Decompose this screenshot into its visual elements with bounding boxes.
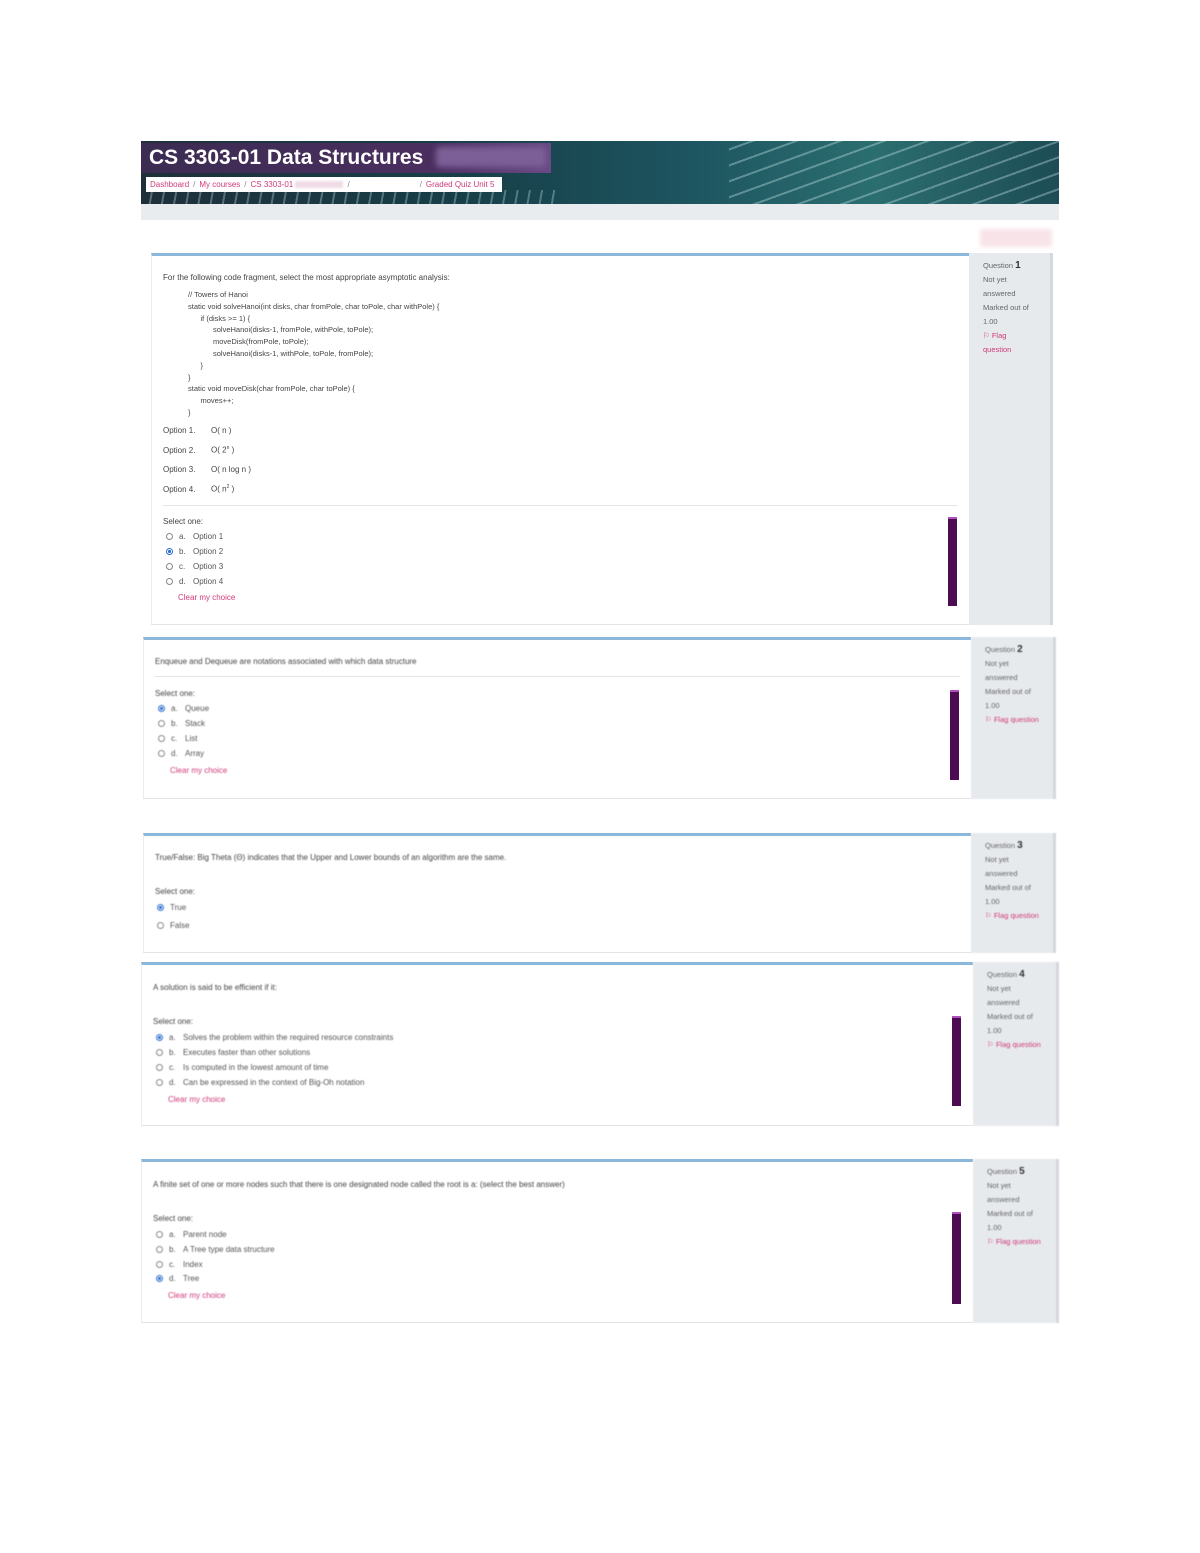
- breadcrumb-quiz[interactable]: Graded Quiz Unit 5: [426, 180, 494, 189]
- flag-icon: ⚐: [987, 1237, 994, 1246]
- question-2-prompt: Enqueue and Dequeue are notations associ…: [155, 657, 417, 666]
- breadcrumb-separator: /: [419, 180, 422, 189]
- breadcrumb-separator: /: [347, 180, 350, 189]
- header-subbar: [141, 204, 1059, 220]
- select-one-label: Select one:: [155, 887, 196, 896]
- radio-button[interactable]: [156, 1049, 163, 1057]
- radio-button[interactable]: [156, 1079, 163, 1087]
- flag-icon: ⚐: [985, 911, 992, 920]
- radio-button[interactable]: [156, 1231, 163, 1239]
- question-5-info: Question 5 Not yet answered Marked out o…: [973, 1159, 1059, 1323]
- choice-text-4: Option 4. O( n2 ): [163, 484, 235, 494]
- question-5-prompt: A finite set of one or more nodes such t…: [153, 1180, 565, 1189]
- question-3-content: [143, 833, 971, 953]
- question-1-prompt: For the following code fragment, select …: [163, 273, 450, 282]
- clear-choice-link[interactable]: Clear my choice: [170, 766, 227, 775]
- redacted-title-suffix: [436, 147, 546, 167]
- question-marks: Marked out of 1.00: [983, 303, 1029, 326]
- flag-question-link[interactable]: ⚐ Flag question: [987, 1235, 1042, 1249]
- option-d[interactable]: d. Array: [158, 748, 204, 760]
- radio-button-selected[interactable]: [166, 548, 173, 556]
- radio-button[interactable]: [156, 1261, 163, 1269]
- scrollbar[interactable]: [952, 1016, 961, 1106]
- choice-text-3: Option 3. O( n log n ): [163, 465, 252, 474]
- flag-question-link[interactable]: ⚐ Flag question: [985, 713, 1039, 727]
- question-2-info: Question 2 Not yet answered Marked out o…: [971, 637, 1056, 799]
- clear-choice-link[interactable]: Clear my choice: [168, 1291, 225, 1300]
- breadcrumb-separator: /: [193, 180, 196, 189]
- scrollbar[interactable]: [948, 517, 957, 606]
- option-false[interactable]: False: [157, 920, 190, 932]
- question-3-info: Question 3 Not yet answered Marked out o…: [971, 833, 1056, 953]
- clear-choice-link[interactable]: Clear my choice: [168, 1095, 225, 1104]
- radio-button[interactable]: [166, 578, 173, 586]
- question-number: 1: [1015, 260, 1021, 271]
- option-b[interactable]: b. Option 2: [166, 546, 223, 558]
- radio-button-selected[interactable]: [156, 1275, 163, 1283]
- scrollbar[interactable]: [952, 1212, 961, 1304]
- flag-icon: ⚐: [987, 1040, 994, 1049]
- option-c[interactable]: c. List: [158, 733, 197, 745]
- flag-question-link[interactable]: ⚐ Flag question: [987, 1038, 1042, 1052]
- banner-decoration: [729, 141, 1059, 204]
- option-c[interactable]: c. Option 3: [166, 561, 223, 573]
- question-3-prompt: True/False: Big Theta (Θ) indicates that…: [155, 853, 507, 862]
- option-a[interactable]: a. Option 1: [166, 531, 223, 543]
- radio-button-selected[interactable]: [156, 1034, 163, 1042]
- question-1-code: // Towers of Hanoi static void solveHano…: [188, 290, 440, 417]
- option-d[interactable]: d. Tree: [156, 1273, 199, 1285]
- radio-button[interactable]: [166, 533, 173, 541]
- breadcrumb-dashboard[interactable]: Dashboard: [150, 180, 189, 189]
- breadcrumb-separator: /: [244, 180, 247, 189]
- choice-text-2: Option 2. O( 2n ): [163, 445, 235, 455]
- choice-text-1: Option 1. O( n ): [163, 426, 232, 435]
- question-4-prompt: A solution is said to be efficient if it…: [153, 983, 277, 992]
- question-label: Question: [983, 261, 1014, 270]
- radio-button-selected[interactable]: [158, 705, 165, 713]
- radio-button[interactable]: [166, 563, 173, 571]
- select-one-label: Select one:: [163, 517, 204, 526]
- divider: [163, 505, 958, 506]
- clear-choice-link[interactable]: Clear my choice: [178, 593, 235, 602]
- redacted-timer: [980, 229, 1052, 247]
- option-b[interactable]: b. Executes faster than other solutions: [156, 1047, 310, 1059]
- divider: [155, 676, 960, 677]
- radio-button[interactable]: [158, 735, 165, 743]
- option-a[interactable]: a. Solves the problem within the required…: [156, 1032, 393, 1044]
- breadcrumb-my-courses[interactable]: My courses: [199, 180, 240, 189]
- option-a[interactable]: a. Queue: [158, 703, 209, 715]
- option-d[interactable]: d. Can be expressed in the context of Big…: [156, 1077, 364, 1089]
- radio-button[interactable]: [156, 1064, 163, 1072]
- flag-question-link[interactable]: ⚐ Flag question: [985, 909, 1039, 923]
- option-b[interactable]: b. Stack: [158, 718, 205, 730]
- radio-button[interactable]: [158, 750, 165, 758]
- redacted-course-name: [295, 181, 344, 189]
- breadcrumb-course[interactable]: CS 3303-01: [251, 180, 294, 189]
- option-true[interactable]: True: [157, 902, 186, 914]
- question-4-info: Question 4 Not yet answered Marked out o…: [973, 962, 1059, 1126]
- question-status: Not yet answered: [983, 275, 1016, 298]
- option-a[interactable]: a. Parent node: [156, 1229, 227, 1241]
- option-c[interactable]: c. Is computed in the lowest amount of ti…: [156, 1062, 328, 1074]
- select-one-label: Select one:: [155, 689, 196, 698]
- radio-button[interactable]: [157, 922, 164, 930]
- scrollbar[interactable]: [950, 690, 959, 780]
- option-c[interactable]: c. Index: [156, 1259, 203, 1271]
- banner-decoration-bottom: [141, 190, 561, 204]
- option-d[interactable]: d. Option 4: [166, 576, 223, 588]
- flag-icon: ⚐: [983, 331, 990, 340]
- select-one-label: Select one:: [153, 1017, 194, 1026]
- option-b[interactable]: b. A Tree type data structure: [156, 1244, 275, 1256]
- breadcrumb: Dashboard / My courses / CS 3303-01 // Graded…: [146, 177, 502, 192]
- question-1-info: Question 1 Not yet answered Marked out o…: [969, 253, 1053, 625]
- select-one-label: Select one:: [153, 1214, 194, 1223]
- radio-button[interactable]: [156, 1246, 163, 1254]
- flag-question-link[interactable]: ⚐ Flag question: [983, 329, 1036, 357]
- flag-icon: ⚐: [985, 715, 992, 724]
- radio-button[interactable]: [158, 720, 165, 728]
- radio-button-selected[interactable]: [157, 904, 164, 912]
